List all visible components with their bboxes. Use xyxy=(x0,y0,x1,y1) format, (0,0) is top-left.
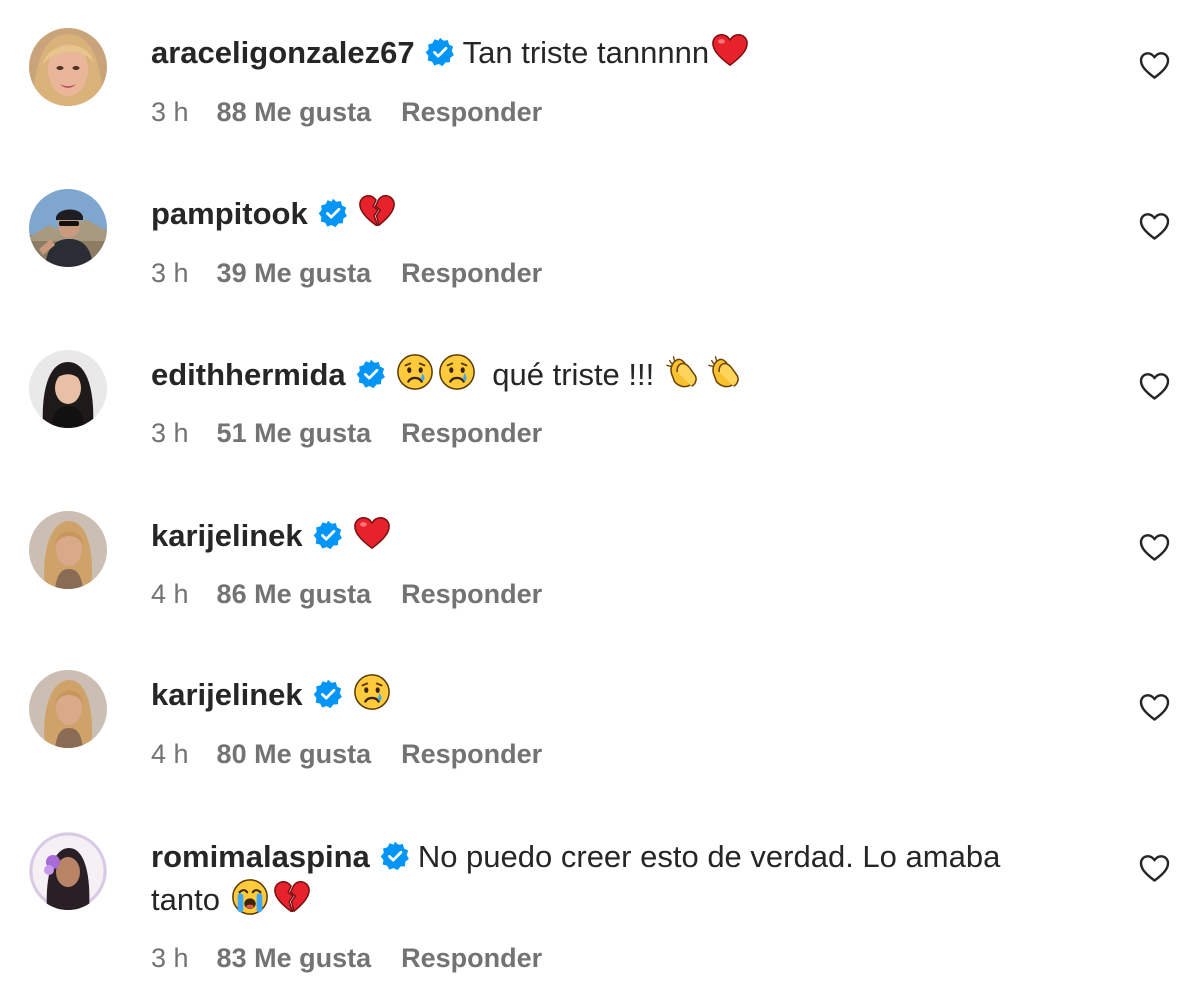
likes-count-button[interactable]: 86 Me gusta xyxy=(217,579,372,609)
likes-count-button[interactable]: 51 Me gusta xyxy=(217,418,372,448)
red-heart-emoji-icon xyxy=(711,31,749,69)
comment-time[interactable]: 3 h xyxy=(151,97,189,127)
clapping-hands-emoji-icon xyxy=(664,353,702,391)
comment-time[interactable]: 3 h xyxy=(151,258,189,288)
reply-button[interactable]: Responder xyxy=(401,943,542,973)
username-link[interactable]: karijelinek xyxy=(151,677,303,712)
verified-badge-icon xyxy=(425,37,455,67)
comment-text-line: araceligonzalez67 Tan triste tannnnn xyxy=(151,31,1080,74)
comment-text-line: edithhermida qué triste !!! xyxy=(151,353,1080,396)
broken-heart-emoji-icon xyxy=(358,192,396,230)
comment-meta: 3 h 88 Me gusta Responder xyxy=(151,95,542,129)
comment-meta: 3 h 51 Me gusta Responder xyxy=(151,416,542,450)
username-link[interactable]: romimalaspina xyxy=(151,839,370,874)
comment-text-line: karijelinek xyxy=(151,514,1080,557)
crying-face-emoji-icon xyxy=(438,353,476,391)
comment-text-line: karijelinek xyxy=(151,673,1080,716)
woman-dark-hair-avatar-icon xyxy=(29,350,107,428)
loudly-crying-face-emoji-icon xyxy=(231,878,269,916)
like-heart-icon[interactable] xyxy=(1139,854,1170,883)
reply-button[interactable]: Responder xyxy=(401,258,542,288)
likes-count-button[interactable]: 83 Me gusta xyxy=(217,943,372,973)
comment-time[interactable]: 4 h xyxy=(151,739,189,769)
comment-text-line: romimalaspina No puedo creer esto de verd… xyxy=(151,835,1080,878)
username-link[interactable]: karijelinek xyxy=(151,518,303,553)
comment-time[interactable]: 4 h xyxy=(151,579,189,609)
avatar[interactable] xyxy=(29,832,107,910)
person-outdoors-avatar-icon xyxy=(29,189,107,267)
username-link[interactable]: pampitook xyxy=(151,196,308,231)
likes-count-button[interactable]: 88 Me gusta xyxy=(217,97,372,127)
comment-time[interactable]: 3 h xyxy=(151,418,189,448)
woman-blonde-selfie-avatar-icon xyxy=(29,511,107,589)
comment-time[interactable]: 3 h xyxy=(151,943,189,973)
like-heart-icon[interactable] xyxy=(1139,372,1170,401)
like-heart-icon[interactable] xyxy=(1139,693,1170,722)
clapping-hands-emoji-icon xyxy=(706,353,744,391)
username-link[interactable]: edithhermida xyxy=(151,357,346,392)
verified-badge-icon xyxy=(313,679,343,709)
comment-text-continued: tanto xyxy=(151,882,220,917)
crying-face-emoji-icon xyxy=(396,353,434,391)
red-heart-emoji-icon xyxy=(353,514,391,552)
comments-list: araceligonzalez67 Tan triste tannnnn 3 h 8… xyxy=(0,0,1200,996)
woman-purple-avatar-icon xyxy=(29,832,107,910)
crying-face-emoji-icon xyxy=(353,673,391,711)
reply-button[interactable]: Responder xyxy=(401,739,542,769)
reply-button[interactable]: Responder xyxy=(401,97,542,127)
comment-text-line: pampitook xyxy=(151,192,1080,235)
like-heart-icon[interactable] xyxy=(1139,533,1170,562)
comment-text: No puedo creer esto de verdad. Lo amaba xyxy=(417,839,1001,874)
woman-blonde-avatar-icon xyxy=(29,28,107,106)
likes-count-button[interactable]: 39 Me gusta xyxy=(217,258,372,288)
avatar[interactable] xyxy=(29,350,107,428)
comment-meta: 4 h 86 Me gusta Responder xyxy=(151,577,542,611)
comment-meta: 3 h 39 Me gusta Responder xyxy=(151,256,542,290)
comment-text: Tan triste tannnnn xyxy=(462,35,710,70)
avatar[interactable] xyxy=(29,670,107,748)
comment-meta: 3 h 83 Me gusta Responder xyxy=(151,941,542,975)
reply-button[interactable]: Responder xyxy=(401,418,542,448)
username-link[interactable]: araceligonzalez67 xyxy=(151,35,415,70)
broken-heart-emoji-icon xyxy=(273,878,311,916)
verified-badge-icon xyxy=(313,520,343,550)
woman-blonde-selfie-avatar-icon xyxy=(29,670,107,748)
verified-badge-icon xyxy=(380,841,410,871)
comment-text: qué triste !!! xyxy=(492,357,655,392)
avatar[interactable] xyxy=(29,511,107,589)
comment-text-line-2: tanto xyxy=(151,878,1080,921)
like-heart-icon[interactable] xyxy=(1139,212,1170,241)
reply-button[interactable]: Responder xyxy=(401,579,542,609)
verified-badge-icon xyxy=(356,359,386,389)
avatar[interactable] xyxy=(29,28,107,106)
like-heart-icon[interactable] xyxy=(1139,51,1170,80)
avatar[interactable] xyxy=(29,189,107,267)
likes-count-button[interactable]: 80 Me gusta xyxy=(217,739,372,769)
verified-badge-icon xyxy=(318,198,348,228)
comment-meta: 4 h 80 Me gusta Responder xyxy=(151,737,542,771)
